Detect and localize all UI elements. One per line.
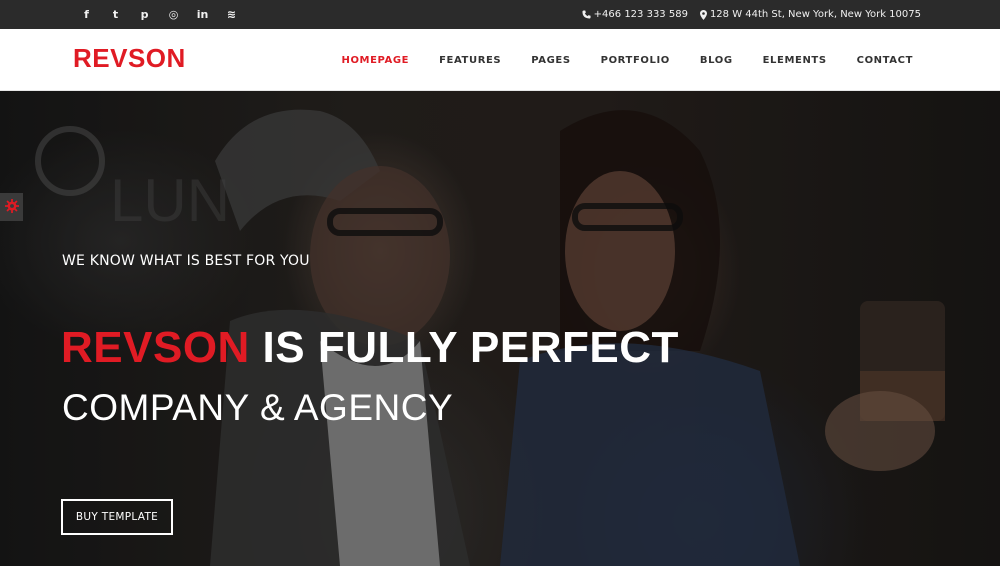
site-logo[interactable]: REVSON xyxy=(73,43,186,74)
social-links: f t p ◎ in ≋ xyxy=(72,0,246,29)
nav-item-features[interactable]: FEATURES xyxy=(424,55,516,66)
top-bar: f t p ◎ in ≋ +466 123 333 589 128 W 44th… xyxy=(0,0,1000,29)
linkedin-icon[interactable]: in xyxy=(188,0,217,29)
nav-item-blog[interactable]: BLOG xyxy=(685,55,748,66)
main-menu: HOMEPAGE FEATURES PAGES PORTFOLIO BLOG E… xyxy=(326,29,928,91)
hero-headline-brand: REVSON xyxy=(61,323,250,372)
twitter-icon[interactable]: t xyxy=(101,0,130,29)
hero-headline-rest: IS FULLY PERFECT xyxy=(249,323,679,372)
phone-icon xyxy=(582,10,591,19)
nav-item-contact[interactable]: CONTACT xyxy=(842,55,928,66)
hero-headline: REVSON IS FULLY PERFECT xyxy=(61,323,679,373)
nav-item-portfolio[interactable]: PORTFOLIO xyxy=(586,55,685,66)
map-marker-icon xyxy=(699,9,707,20)
nav-item-homepage[interactable]: HOMEPAGE xyxy=(326,55,424,66)
pinterest-icon[interactable]: p xyxy=(130,0,159,29)
main-navbar: REVSON HOMEPAGE FEATURES PAGES PORTFOLIO… xyxy=(0,29,1000,91)
hero-section: LUN WE KNOW WHAT IS BEST FOR YOU REVSON … xyxy=(0,91,1000,566)
phone-info: +466 123 333 589 xyxy=(582,9,688,20)
rss-icon[interactable]: ≋ xyxy=(217,0,246,29)
address-info: 128 W 44th St, New York, New York 10075 xyxy=(699,9,921,20)
facebook-icon[interactable]: f xyxy=(72,0,101,29)
address-text: 128 W 44th St, New York, New York 10075 xyxy=(709,9,921,20)
buy-template-button[interactable]: BUY TEMPLATE xyxy=(61,499,173,535)
nav-item-pages[interactable]: PAGES xyxy=(516,55,585,66)
nav-item-elements[interactable]: ELEMENTS xyxy=(748,55,842,66)
settings-panel-toggle[interactable] xyxy=(0,193,23,221)
hero-subheadline: COMPANY & AGENCY xyxy=(62,387,454,428)
dribbble-icon[interactable]: ◎ xyxy=(159,0,188,29)
contact-info: +466 123 333 589 128 W 44th St, New York… xyxy=(582,0,921,29)
gear-icon xyxy=(4,198,19,217)
phone-number: +466 123 333 589 xyxy=(593,9,688,20)
hero-tagline: WE KNOW WHAT IS BEST FOR YOU xyxy=(62,253,310,269)
